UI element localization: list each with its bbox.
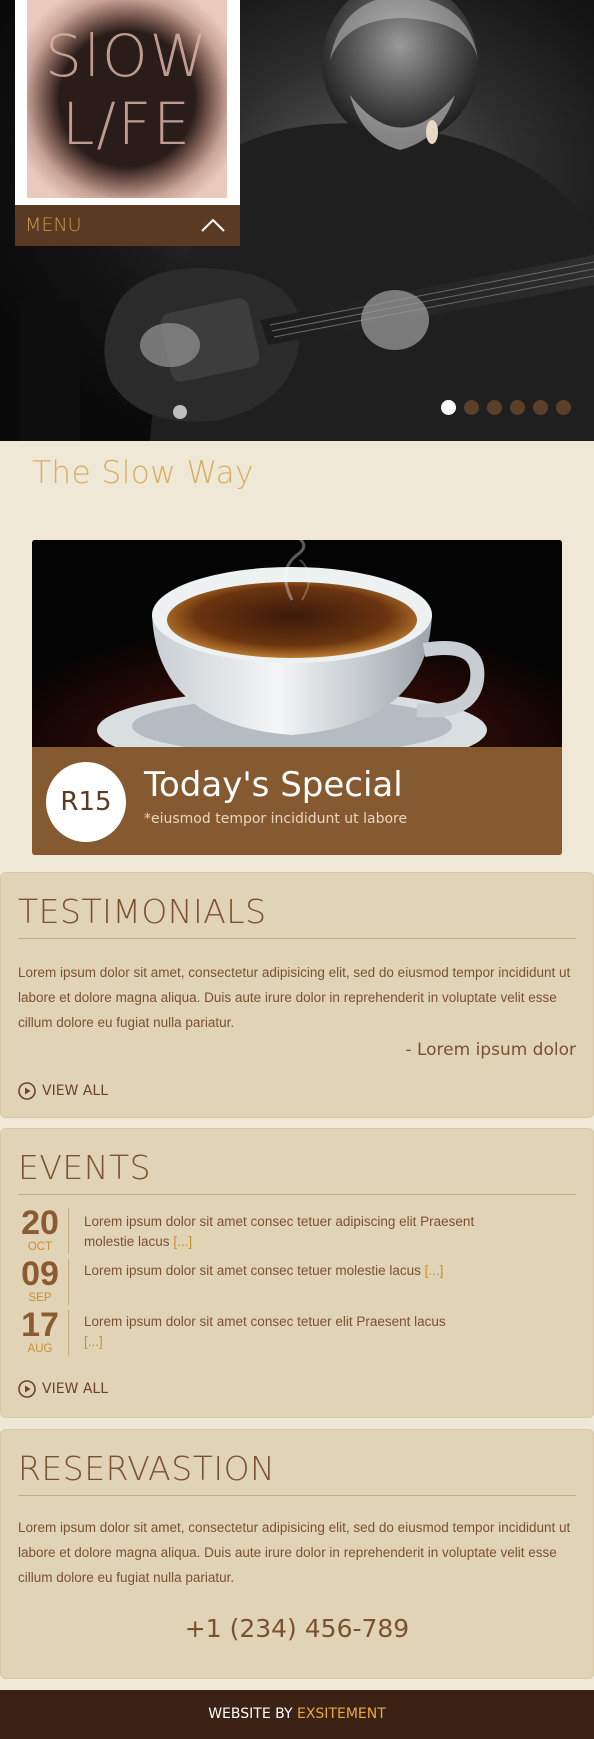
coffee-cup-image <box>32 540 562 747</box>
logo-line-1: SlOW <box>45 22 209 90</box>
event-date: 17 AUG <box>18 1308 62 1356</box>
slow-way-title: The Slow Way <box>32 455 254 491</box>
slider-dot-6[interactable] <box>556 400 571 415</box>
events-title: EVENTS <box>18 1148 152 1187</box>
divider <box>18 938 576 939</box>
view-all-label: VIEW ALL <box>42 1381 109 1397</box>
reservation-panel: RESERVASTION Lorem ipsum dolor sit amet,… <box>0 1429 594 1679</box>
reservation-title: RESERVASTION <box>18 1449 276 1488</box>
slider-dots <box>441 400 571 415</box>
event-text: Lorem ipsum dolor sit amet consec tetuer… <box>84 1314 446 1349</box>
event-item[interactable]: 17 AUG Lorem ipsum dolor sit amet consec… <box>18 1308 578 1358</box>
slider-dot-3[interactable] <box>487 400 502 415</box>
footer-prefix: WEBSITE BY <box>208 1706 297 1722</box>
testimonials-panel: TESTIMONIALS Lorem ipsum dolor sit amet,… <box>0 872 594 1118</box>
event-day: 17 <box>21 1306 59 1344</box>
event-day: 09 <box>21 1255 59 1293</box>
view-all-label: VIEW ALL <box>42 1083 109 1099</box>
event-divider <box>68 1259 69 1305</box>
testimonial-text: Lorem ipsum dolor sit amet, consectetur … <box>18 965 571 1030</box>
play-circle-icon <box>18 1380 36 1398</box>
testimonials-title: TESTIMONIALS <box>18 892 267 931</box>
slider-dot-5[interactable] <box>533 400 548 415</box>
footer: WEBSITE BY EXSITEMENT <box>0 1690 594 1739</box>
events-panel: EVENTS 20 OCT Lorem ipsum dolor sit amet… <box>0 1128 594 1418</box>
testimonials-view-all-link[interactable]: VIEW ALL <box>18 1082 108 1100</box>
event-item[interactable]: 20 OCT Lorem ipsum dolor sit amet consec… <box>18 1206 578 1256</box>
testimonial-author: - Lorem ipsum dolor <box>405 1040 576 1060</box>
event-text: Lorem ipsum dolor sit amet consec tetuer… <box>84 1214 475 1249</box>
special-title: Today's Special <box>144 765 403 805</box>
event-more-link[interactable]: [...] <box>84 1334 103 1349</box>
event-day: 20 <box>21 1204 59 1242</box>
slider-dot-1[interactable] <box>441 400 456 415</box>
reservation-text: Lorem ipsum dolor sit amet, consectetur … <box>18 1520 571 1585</box>
event-more-link[interactable]: [...] <box>425 1263 444 1278</box>
logo-line-2: L/FE <box>62 90 192 158</box>
event-month: SEP <box>28 1292 52 1304</box>
divider <box>18 1194 576 1195</box>
chevron-up-icon <box>201 218 225 232</box>
event-date: 09 SEP <box>18 1257 62 1305</box>
event-divider <box>68 1310 69 1356</box>
reservation-phone-link[interactable]: +1 (234) 456-789 <box>0 1614 594 1643</box>
event-month: AUG <box>27 1343 53 1355</box>
footer-brand-link[interactable]: EXSITEMENT <box>297 1706 386 1722</box>
logo-card[interactable]: SlOW L/FE <box>15 0 240 205</box>
event-month: OCT <box>27 1241 53 1253</box>
slow-life-logo: SlOW L/FE <box>27 0 227 198</box>
play-circle-icon <box>18 1082 36 1100</box>
menu-label: MENU <box>25 214 82 236</box>
slider-dot-2[interactable] <box>464 400 479 415</box>
hero-slider: SlOW L/FE MENU <box>0 0 594 441</box>
divider <box>18 1495 576 1496</box>
event-text: Lorem ipsum dolor sit amet consec tetuer… <box>84 1263 444 1278</box>
event-date: 20 OCT <box>18 1206 62 1254</box>
price-badge: R15 <box>46 762 126 842</box>
menu-toggle-button[interactable]: MENU <box>15 205 240 246</box>
special-subtitle: *eiusmod tempor incididunt ut labore <box>144 811 408 827</box>
special-info-band: R15 Today's Special *eiusmod tempor inci… <box>32 747 562 855</box>
event-item[interactable]: 09 SEP Lorem ipsum dolor sit amet consec… <box>18 1257 578 1307</box>
slider-dot-4[interactable] <box>510 400 525 415</box>
event-more-link[interactable]: [...] <box>173 1234 192 1249</box>
events-view-all-link[interactable]: VIEW ALL <box>18 1380 108 1398</box>
todays-special-card[interactable]: R15 Today's Special *eiusmod tempor inci… <box>32 540 562 855</box>
event-divider <box>68 1208 69 1254</box>
